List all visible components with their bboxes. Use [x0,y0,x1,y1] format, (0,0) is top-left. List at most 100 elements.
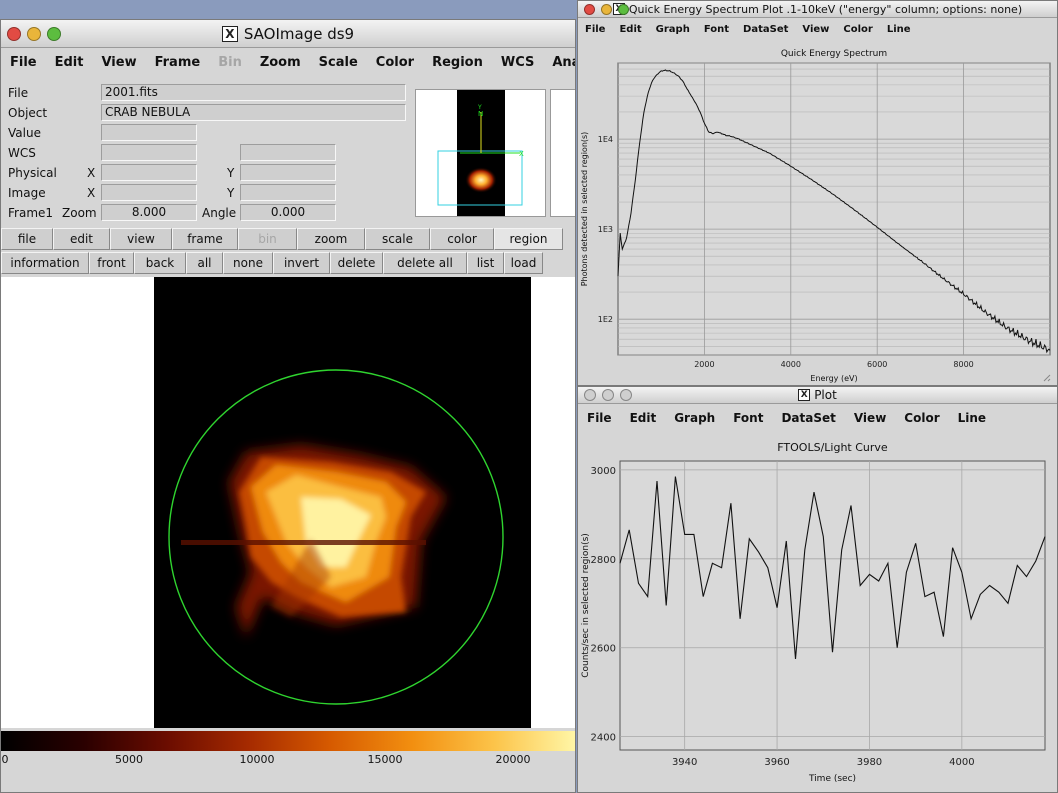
colorbar-tick-label: 20000 [495,753,531,766]
close-button[interactable] [7,26,21,41]
button-region[interactable]: region [494,228,563,250]
image-canvas[interactable] [1,277,575,728]
menu-file[interactable]: File [578,411,621,425]
wcs-label: WCS [8,146,36,160]
minimize-button[interactable] [27,26,41,41]
button-none[interactable]: none [223,252,273,274]
angle-field: 0.000 [240,204,336,221]
button-all[interactable]: all [186,252,223,274]
menu-view[interactable]: View [845,411,895,425]
zoom-window-button[interactable] [620,389,632,401]
zoom-field: 8.000 [101,204,197,221]
close-button[interactable] [584,389,596,401]
button-edit[interactable]: edit [53,228,110,250]
menu-file[interactable]: File [578,24,612,35]
button-zoom[interactable]: zoom [297,228,365,250]
resize-grip [1043,374,1051,382]
menu-dataset[interactable]: DataSet [736,24,795,35]
menu-color[interactable]: Color [367,55,423,70]
info-panel: File 2001.fits Object CRAB NEBULA Value … [1,82,411,224]
x-tick-label: 2000 [694,360,714,369]
button-delete[interactable]: delete [330,252,383,274]
menu-graph[interactable]: Graph [665,411,724,425]
wcs-field-2 [240,144,336,161]
menu-line[interactable]: Line [880,24,918,35]
button-load[interactable]: load [504,252,543,274]
button-bar-minor: information front back all none invert delete d… [1,252,575,274]
button-information[interactable]: information [1,252,89,274]
zoom-window-button[interactable] [47,26,61,41]
menu-wcs[interactable]: WCS [492,55,543,70]
button-bin[interactable]: bin [238,228,297,250]
lightcurve-plot-window: X Plot File Edit Graph Font DataSet View Color… [577,386,1058,793]
y-tick-label: 1E2 [598,315,613,324]
minimize-button[interactable] [602,389,614,401]
menu-bin[interactable]: Bin [209,55,251,70]
chart-title: Quick Energy Spectrum [781,49,887,59]
minimize-button[interactable] [601,3,612,15]
menu-font[interactable]: Font [724,411,772,425]
x-axis-label: Energy (eV) [810,374,857,383]
button-back[interactable]: back [134,252,186,274]
menu-edit[interactable]: Edit [621,411,666,425]
x-tick-label: 8000 [953,360,973,369]
angle-label: Angle [202,206,237,220]
colorbar-labels: 0 5000 10000 15000 20000 [1,753,575,773]
x-tick-label: 4000 [949,757,974,768]
plot-frame [619,460,1046,751]
menu-dataset[interactable]: DataSet [772,411,844,425]
panner[interactable]: X N Y [415,89,546,217]
menu-edit[interactable]: Edit [46,55,93,70]
menu-region[interactable]: Region [423,55,492,70]
ds9-titlebar[interactable]: X SAOImage ds9 [1,20,575,48]
y-tick-label: 2600 [591,644,616,655]
button-invert[interactable]: invert [273,252,330,274]
menu-color[interactable]: Color [895,411,948,425]
menu-line[interactable]: Line [949,411,995,425]
x-tick-label: 3960 [764,757,789,768]
image-y-field [240,184,336,201]
colorbar-tick-label: 0 [1,753,9,766]
menu-graph[interactable]: Graph [649,24,697,35]
menu-zoom[interactable]: Zoom [251,55,310,70]
colorbar [1,731,575,751]
button-file[interactable]: file [1,228,53,250]
button-view[interactable]: view [110,228,172,250]
physical-y-label: Y [227,166,235,180]
x-tick-label: 6000 [867,360,887,369]
lightcurve-titlebar[interactable]: X Plot [578,387,1057,404]
object-label: Object [8,106,48,120]
object-field: CRAB NEBULA [101,104,406,121]
menu-view[interactable]: View [795,24,836,35]
menu-scale[interactable]: Scale [310,55,367,70]
menu-frame[interactable]: Frame [146,55,210,70]
colorbar-tick-label: 15000 [367,753,403,766]
menu-edit[interactable]: Edit [612,24,648,35]
menu-analysis[interactable]: Analysis [543,55,575,70]
button-list[interactable]: list [467,252,504,274]
window-title: Plot [814,388,837,402]
spectrum-titlebar[interactable]: X Quick Energy Spectrum Plot .1-10keV ("… [578,1,1057,18]
menu-file[interactable]: File [1,55,46,70]
menu-font[interactable]: Font [697,24,736,35]
button-color[interactable]: color [430,228,494,250]
button-front[interactable]: front [89,252,134,274]
button-frame[interactable]: frame [172,228,238,250]
physical-label: Physical [8,166,57,180]
spectrum-chart: 1E2 1E3 1E4 2000 4000 6000 8000 Quick Energy Sp… [580,49,1051,383]
zoom-window-button[interactable] [618,3,629,15]
ds9-menubar: File Edit View Frame Bin Zoom Scale Color Region… [1,49,575,75]
close-button[interactable] [584,3,595,15]
button-scale[interactable]: scale [365,228,430,250]
image-label: Image [8,186,46,200]
physical-x-label: X [87,166,96,180]
colorbar-tick-label: 5000 [115,753,143,766]
image-y-label: Y [227,186,235,200]
menu-view[interactable]: View [92,55,145,70]
file-label: File [8,86,29,100]
physical-y-field [240,164,336,181]
y-axis-label: Photons detected in selected region(s) [580,132,589,287]
menu-color[interactable]: Color [836,24,879,35]
button-delete-all[interactable]: delete all [383,252,467,274]
ds9-window: X SAOImage ds9 File Edit View Frame Bin Zoom S… [0,19,576,793]
